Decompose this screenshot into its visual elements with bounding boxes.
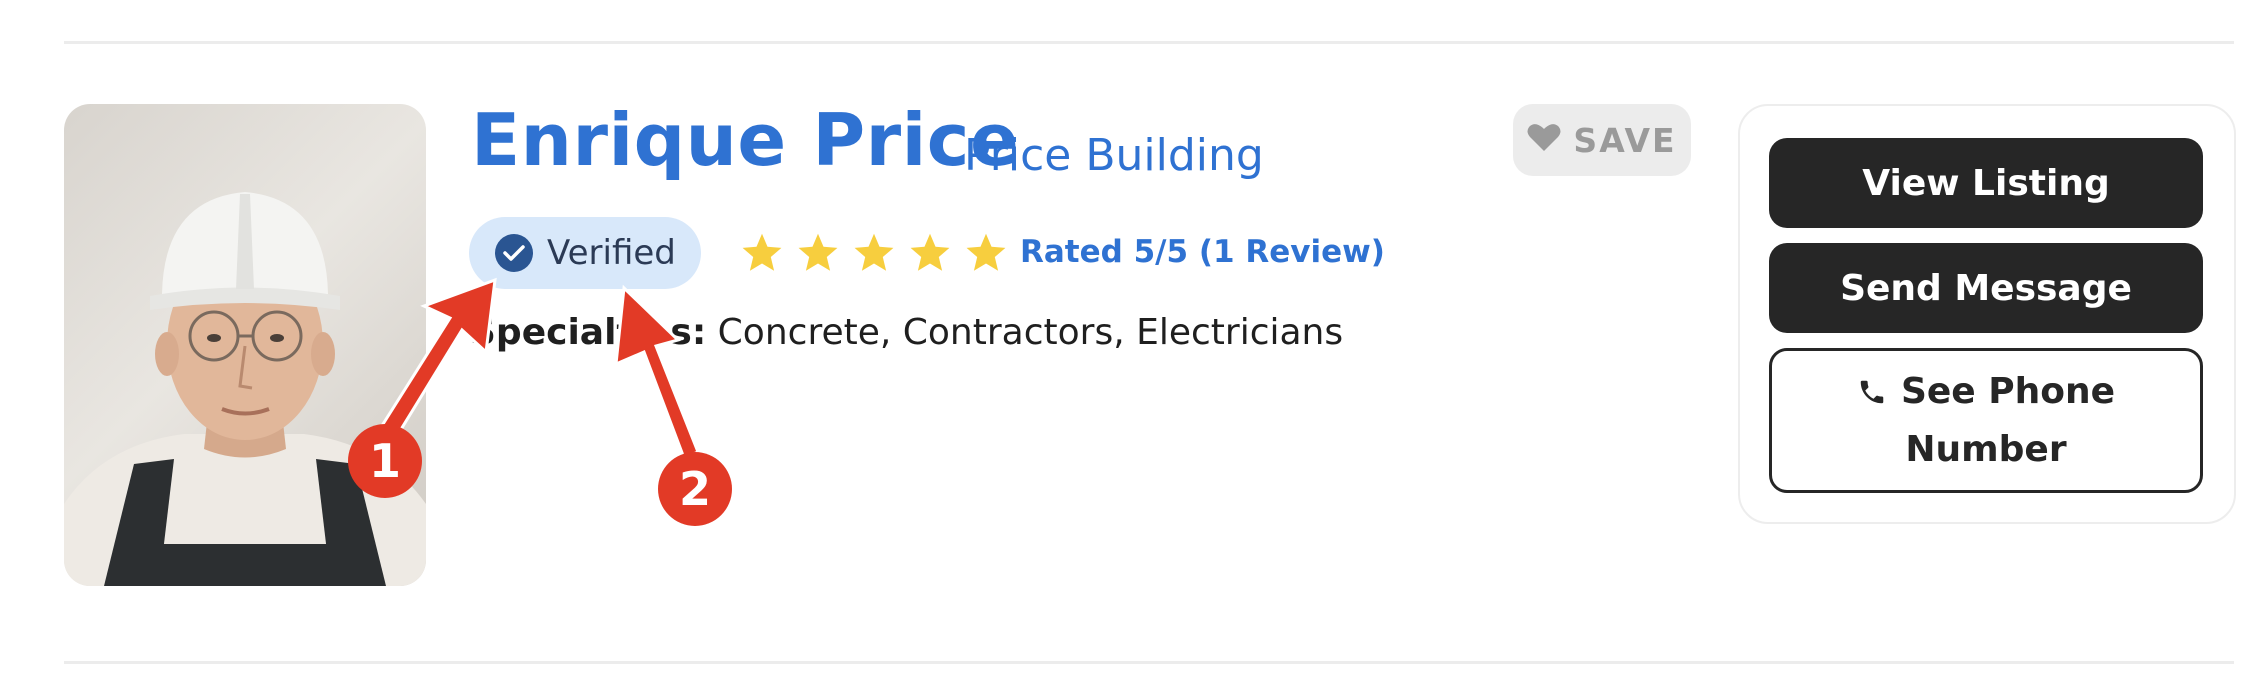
verified-label: Verified [547,233,676,273]
star-rating [740,229,1008,277]
specialties-value: Concrete, Contractors, Electricians [717,312,1344,353]
phone-icon [1857,369,1887,423]
star-icon [798,233,838,271]
save-label: SAVE [1573,120,1677,160]
save-button[interactable]: SAVE [1513,104,1691,176]
annotation-marker-2: 2 [658,452,732,526]
verified-badge: Verified [469,217,701,289]
star-icon [966,233,1006,271]
specialties-label: Specialties: [470,312,707,353]
bottom-divider [64,661,2234,664]
send-message-button[interactable]: Send Message [1769,243,2203,333]
profile-photo [64,104,426,586]
star-icon [910,233,950,271]
contractor-name[interactable]: Enrique Price [471,98,1019,182]
star-icon [742,233,782,271]
check-circle-icon [495,234,533,272]
heart-icon [1527,121,1561,160]
top-divider [64,41,2234,44]
view-listing-button[interactable]: View Listing [1769,138,2203,228]
company-name[interactable]: Price Building [964,130,1264,181]
star-icon [854,233,894,271]
see-phone-label: See Phone Number [1900,370,2116,470]
annotation-marker-1: 1 [348,424,422,498]
rating-link[interactable]: Rated 5/5 (1 Review) [1020,234,1385,270]
specialties: Specialties: Concrete, Contractors, Elec… [470,312,1343,353]
see-phone-button[interactable]: See Phone Number [1769,348,2203,493]
